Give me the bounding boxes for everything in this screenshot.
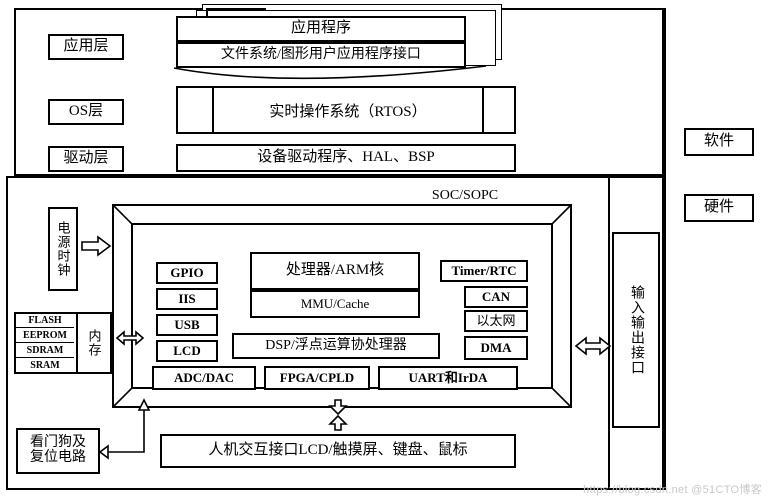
- soc-block-usb: USB: [156, 314, 218, 336]
- os-layer-divider-right: [482, 86, 484, 134]
- watchdog-label-line2: 复位电路: [30, 450, 86, 465]
- soc-block-can: CAN: [464, 286, 528, 308]
- soc-block-lcd-label: LCD: [173, 343, 201, 359]
- driver-layer-label: 设备驱动程序、HAL、BSP: [257, 149, 435, 166]
- soc-block-fpga-cpld-label: FPGA/CPLD: [279, 370, 355, 386]
- side-label-hardware-text: 硬件: [703, 199, 734, 216]
- soc-title-text: SOC/SOPC: [431, 188, 499, 203]
- soc-block-timer-rtc-label: Timer/RTC: [451, 263, 517, 279]
- memory-item-eeprom-label: EEPROM: [23, 329, 67, 341]
- layer-label-driver: 驱动层: [48, 146, 124, 172]
- power-clock-label: 电源时钟: [55, 221, 71, 277]
- watermark-text: https://blog.csdn.net @51CTO博客: [583, 484, 762, 496]
- memory-vertical-label-wrap: 内存: [78, 313, 110, 373]
- soc-block-dma: DMA: [464, 336, 528, 360]
- soc-block-gpio: GPIO: [156, 262, 218, 284]
- soc-block-iis-label: IIS: [178, 291, 196, 307]
- memory-item-flash: FLASH: [16, 313, 74, 328]
- soc-block-ethernet-label: 以太网: [476, 313, 516, 329]
- soc-block-processor-label: 处理器/ARM核: [285, 262, 385, 279]
- memory-item-eeprom: EEPROM: [16, 328, 74, 343]
- app-stack-curve: [173, 65, 487, 80]
- side-label-software-text: 软件: [703, 133, 734, 150]
- power-clock-box: 电源时钟: [48, 207, 78, 291]
- memory-item-flash-label: FLASH: [28, 314, 62, 326]
- soc-block-adc-dac: ADC/DAC: [152, 366, 256, 390]
- soc-block-usb-label: USB: [174, 317, 200, 333]
- side-label-software: 软件: [684, 128, 754, 156]
- watchdog-label-line1: 看门狗及: [30, 435, 86, 451]
- driver-layer-box: 设备驱动程序、HAL、BSP: [176, 144, 516, 172]
- soc-block-uart-irda-label: UART和IrDA: [408, 370, 488, 386]
- soc-block-mmu-label: MMU/Cache: [300, 296, 370, 312]
- soc-block-adc-dac-label: ADC/DAC: [174, 370, 234, 386]
- memory-item-sdram-label: SDRAM: [26, 344, 64, 356]
- io-interface-label: 输入输出接口: [629, 285, 644, 375]
- layer-label-application: 应用层: [48, 34, 124, 60]
- app-program-label: 应用程序: [290, 20, 351, 37]
- diagram-root: 应用层 OS层 驱动层 应用程序 文件系统/图形用户应用程序接口 实时操作系统（…: [0, 0, 768, 500]
- soc-block-dma-label: DMA: [480, 340, 512, 356]
- soc-block-lcd: LCD: [156, 340, 218, 362]
- layer-label-driver-text: 驱动层: [63, 150, 109, 167]
- soc-block-timer-rtc: Timer/RTC: [440, 260, 528, 282]
- memory-item-sram: SRAM: [16, 358, 74, 373]
- soc-block-dsp: DSP/浮点运算协处理器: [232, 333, 440, 359]
- hmi-box: 人机交互接口LCD/触摸屏、键盘、鼠标: [160, 434, 516, 468]
- io-column-divider: [608, 176, 610, 490]
- soc-block-can-label: CAN: [481, 289, 511, 305]
- watchdog-box: 看门狗及 复位电路: [16, 428, 100, 474]
- layer-label-application-text: 应用层: [63, 38, 109, 55]
- soc-block-processor: 处理器/ARM核: [250, 252, 420, 290]
- memory-item-sdram: SDRAM: [16, 343, 74, 358]
- soc-block-uart-irda: UART和IrDA: [378, 366, 518, 390]
- os-rtos-label-wrap: 实时操作系统（RTOS）: [214, 86, 482, 134]
- soc-block-fpga-cpld: FPGA/CPLD: [264, 366, 370, 390]
- layer-label-os-text: OS层: [68, 103, 104, 120]
- soc-title: SOC/SOPC: [400, 186, 530, 204]
- side-label-divider: [664, 8, 666, 490]
- hmi-label: 人机交互接口LCD/触摸屏、键盘、鼠标: [208, 442, 468, 459]
- memory-vertical-label: 内存: [86, 329, 102, 357]
- memory-item-sram-label: SRAM: [30, 360, 60, 371]
- os-rtos-label: 实时操作系统（RTOS）: [269, 103, 427, 120]
- soc-block-iis: IIS: [156, 288, 218, 310]
- soc-block-ethernet: 以太网: [464, 310, 528, 332]
- soc-block-mmu: MMU/Cache: [250, 290, 420, 318]
- io-interface-label-wrap: 输入输出接口: [612, 232, 660, 428]
- app-connector-bar: [206, 8, 266, 10]
- app-program-box: 应用程序: [176, 16, 466, 42]
- soc-block-gpio-label: GPIO: [170, 265, 204, 281]
- soc-block-dsp-label: DSP/浮点运算协处理器: [265, 337, 407, 353]
- side-label-hardware: 硬件: [684, 194, 754, 222]
- layer-label-os: OS层: [48, 99, 124, 125]
